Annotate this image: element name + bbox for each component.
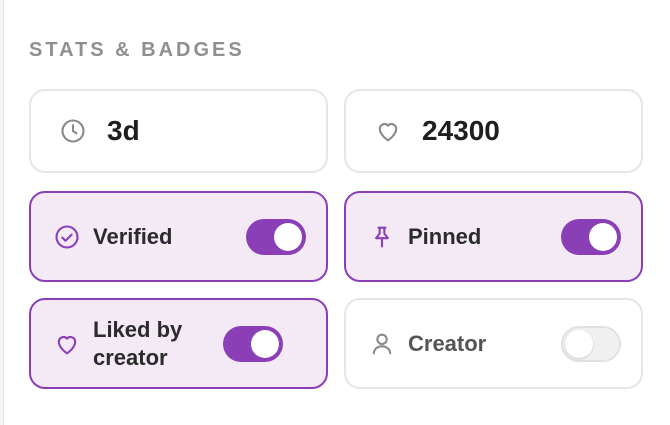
heart-icon — [57, 335, 77, 354]
stat-value-age: 3d — [107, 115, 140, 146]
toggle-knob — [274, 222, 302, 251]
badge-card-creator[interactable]: Creator — [344, 298, 643, 389]
badge-label-pinned: Pinned — [408, 223, 482, 249]
badge-label-liked-by-creator: Liked by creator — [93, 316, 183, 370]
stats-badges-panel: STATS & BADGES 3d 24300 Verified Pinned — [3, 0, 670, 425]
section-title: STATS & BADGES — [29, 39, 245, 61]
pin-icon — [375, 226, 389, 247]
user-icon — [372, 333, 392, 354]
badge-card-pinned[interactable]: Pinned — [344, 191, 643, 282]
creator-toggle[interactable] — [561, 325, 621, 362]
toggle-knob — [251, 329, 279, 358]
liked-by-creator-toggle[interactable] — [223, 325, 283, 362]
badge-card-liked-by-creator[interactable]: Liked by creator — [29, 298, 328, 389]
badge-card-verified[interactable]: Verified — [29, 191, 328, 282]
check-circle-icon — [55, 224, 79, 249]
toggle-knob — [565, 329, 593, 358]
verified-toggle[interactable] — [246, 218, 306, 255]
stat-value-likes: 24300 — [422, 115, 500, 146]
heart-outline-icon — [378, 123, 398, 142]
badge-label-verified: Verified — [93, 223, 173, 249]
badge-label-creator: Creator — [408, 330, 487, 356]
pinned-toggle[interactable] — [561, 218, 621, 255]
toggle-knob — [589, 222, 617, 251]
stat-card-age: 3d — [29, 89, 328, 173]
clock-icon — [61, 119, 85, 143]
stat-card-likes: 24300 — [344, 89, 643, 173]
